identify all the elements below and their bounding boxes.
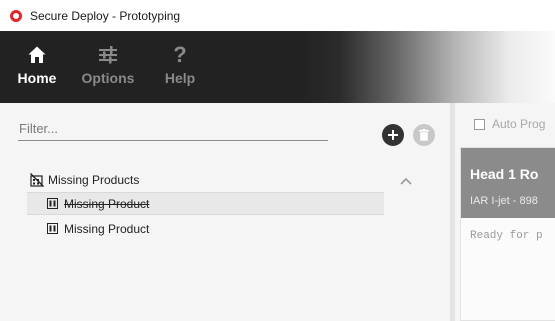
head-title: Head 1 Ro	[470, 166, 539, 182]
app-logo-icon	[10, 9, 22, 22]
nav-options-label: Options	[81, 70, 135, 86]
head-subtitle: IAR I-jet - 898	[470, 195, 538, 207]
tree-item[interactable]: Missing Product	[27, 217, 384, 240]
auto-prog-checkbox[interactable]: Auto Prog	[474, 117, 545, 131]
nav-help[interactable]: ? Help	[150, 31, 210, 103]
tree-item[interactable]: Missing Product	[27, 192, 384, 215]
trash-icon	[419, 129, 429, 141]
sliders-icon	[96, 44, 120, 66]
nav-help-label: Help	[164, 70, 196, 86]
title-bar: Secure Deploy - Prototyping	[0, 0, 555, 31]
auto-prog-label: Auto Prog	[492, 117, 546, 131]
tree-group-label: Missing Products	[48, 173, 140, 187]
add-icon	[388, 130, 398, 140]
tree-item-label: Missing Product	[64, 196, 150, 211]
filter-input[interactable]	[18, 117, 328, 141]
question-icon: ?	[168, 44, 192, 66]
window-title: Secure Deploy - Prototyping	[30, 8, 181, 23]
delete-button[interactable]	[413, 124, 435, 146]
home-icon	[25, 44, 49, 66]
head-status: Ready for p	[470, 230, 543, 242]
head-card-header: Head 1 Ro IAR I-jet - 898	[461, 148, 555, 218]
chevron-up-icon	[400, 177, 412, 185]
checkbox-box[interactable]	[474, 118, 485, 130]
heads-panel: Auto Prog Head 1 Ro IAR I-jet - 898 Read…	[455, 103, 555, 321]
product-icon	[47, 198, 58, 209]
nav-home-label: Home	[17, 70, 57, 86]
nav-home[interactable]: Home	[7, 31, 67, 103]
collapse-button[interactable]	[398, 175, 414, 187]
product-icon	[47, 223, 58, 234]
ribbon-nav: Home Options ? Help	[0, 31, 555, 103]
missing-products-icon	[30, 173, 44, 187]
head-card[interactable]: Head 1 Ro IAR I-jet - 898 Ready for p	[460, 147, 555, 321]
product-tree-panel: Missing Products Missing Product Missing…	[0, 103, 450, 321]
nav-options[interactable]: Options	[78, 31, 138, 103]
add-button[interactable]	[382, 124, 404, 146]
tree-group-missing-products[interactable]: Missing Products	[30, 171, 139, 189]
question-glyph: ?	[173, 42, 187, 67]
tree-item-label: Missing Product	[64, 221, 150, 236]
